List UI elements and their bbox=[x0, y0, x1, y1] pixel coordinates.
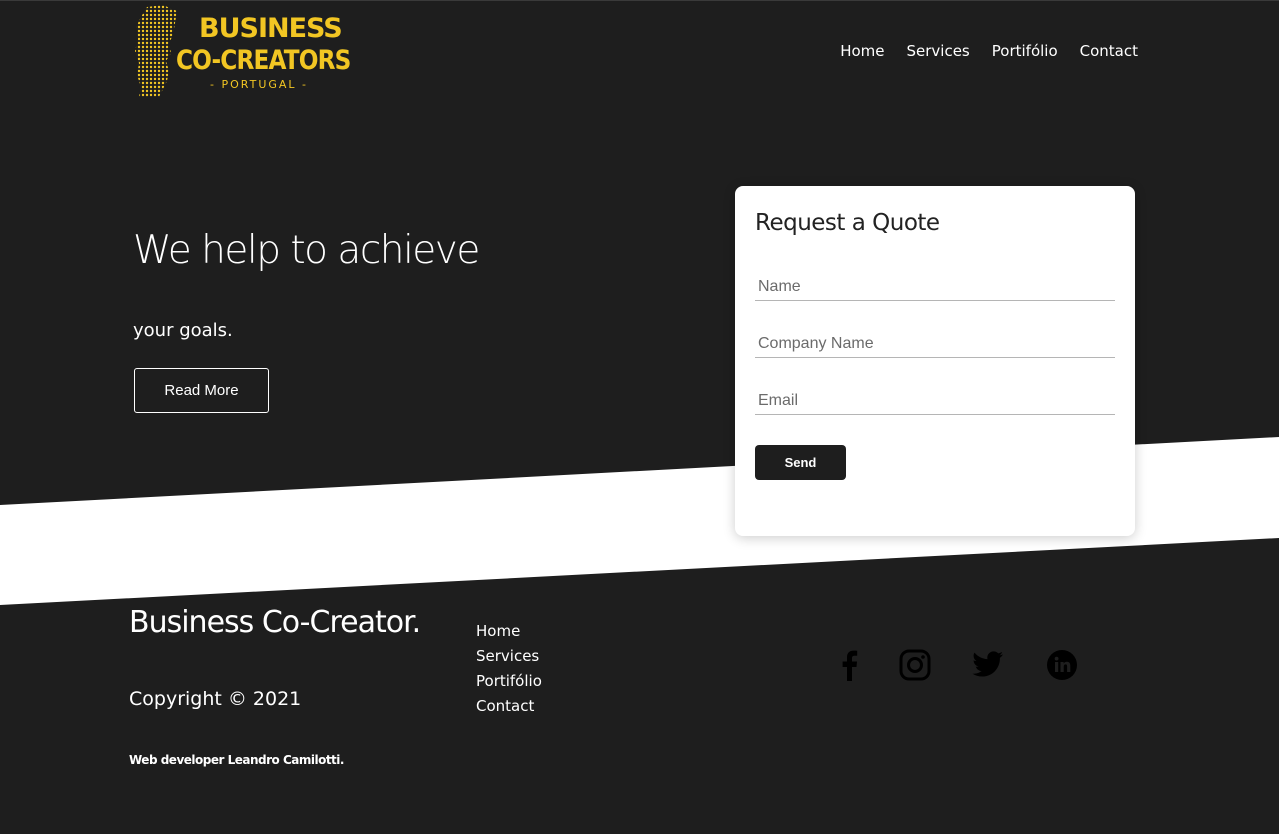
name-input[interactable] bbox=[755, 273, 1115, 301]
hero-subtitle: your goals. bbox=[133, 320, 233, 341]
company-name-input[interactable] bbox=[755, 330, 1115, 358]
nav-services[interactable]: Services bbox=[907, 42, 970, 60]
quote-form-title: Request a Quote bbox=[755, 210, 940, 236]
logo-text-line3: - PORTUGAL - bbox=[210, 78, 309, 91]
footer-link-services[interactable]: Services bbox=[476, 646, 542, 666]
logo[interactable]: BUSINESS CO-CREATORS - PORTUGAL - bbox=[133, 5, 351, 100]
hero-title: We help to achieve bbox=[133, 228, 480, 273]
quote-form: Request a Quote Send bbox=[735, 186, 1135, 536]
nav-contact[interactable]: Contact bbox=[1080, 42, 1138, 60]
logo-text-line2: CO-CREATORS bbox=[176, 45, 351, 76]
read-more-button[interactable]: Read More bbox=[134, 368, 269, 413]
footer-link-home[interactable]: Home bbox=[476, 621, 542, 641]
email-input[interactable] bbox=[755, 387, 1115, 415]
facebook-icon[interactable] bbox=[829, 645, 869, 685]
logo-text-line1: BUSINESS bbox=[199, 13, 343, 44]
footer-link-portfolio[interactable]: Portifólio bbox=[476, 671, 542, 691]
send-button[interactable]: Send bbox=[755, 445, 846, 480]
footer-copyright: Copyright © 2021 bbox=[129, 688, 302, 710]
instagram-icon[interactable] bbox=[895, 645, 935, 685]
footer-nav: Home Services Portifólio Contact bbox=[476, 621, 542, 716]
footer-developer-credit: Web developer Leandro Camilotti. bbox=[129, 753, 344, 767]
nav-home[interactable]: Home bbox=[840, 42, 884, 60]
nav-portfolio[interactable]: Portifólio bbox=[992, 42, 1058, 60]
footer-link-contact[interactable]: Contact bbox=[476, 696, 542, 716]
footer-brand: Business Co-Creator. bbox=[129, 605, 421, 640]
twitter-icon[interactable] bbox=[968, 645, 1008, 685]
linkedin-icon[interactable] bbox=[1042, 645, 1082, 685]
main-nav: Home Services Portifólio Contact bbox=[840, 42, 1138, 60]
